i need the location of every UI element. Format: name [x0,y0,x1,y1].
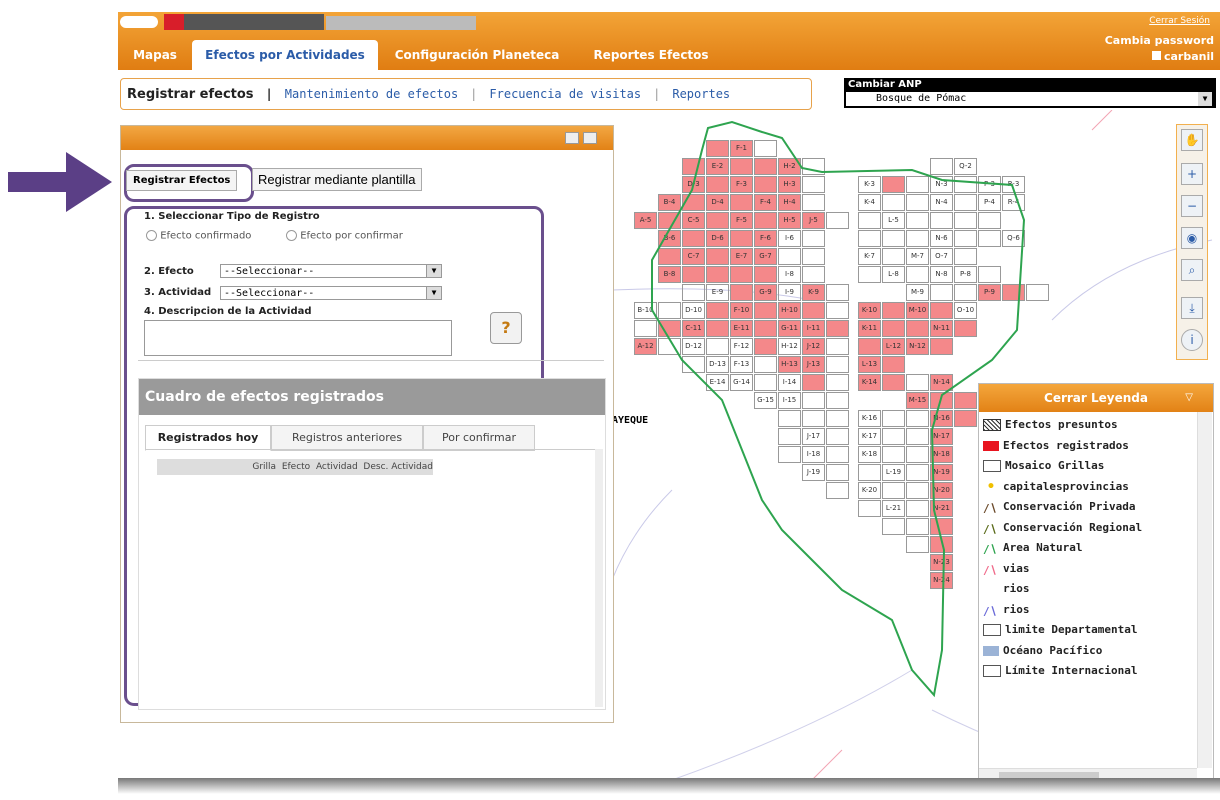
legend-item-label: rios [1003,582,1030,595]
legend-item: ∕∖ vias [983,561,1030,575]
table-header: Grilla Efecto Actividad Desc. Actividad [157,459,433,475]
radio-icon [286,230,297,241]
legend-item-label: Efectos presuntos [1005,418,1118,431]
cuadro-efectos: Cuadro de efectos registrados Registrado… [138,378,606,710]
logo [120,14,480,30]
zoom-box-icon[interactable]: ⌕ [1181,259,1203,281]
zoom-out-icon[interactable]: − [1181,195,1203,217]
subnav-mantenimiento[interactable]: Mantenimiento de efectos [279,87,464,101]
legend-item-label: vias [1003,561,1030,575]
descripcion-textarea[interactable] [144,320,452,356]
legend-item-label: Conservación Regional [1003,520,1143,534]
tab-registros-anteriores[interactable]: Registros anteriores [271,425,423,451]
divider [138,360,604,361]
chevron-down-icon: ▼ [426,265,441,277]
legend-item: Efectos presuntos [983,418,1183,431]
pointer-arrow [8,152,112,212]
tab-efectos-actividades[interactable]: Efectos por Actividades [192,40,378,70]
legend-item: ∕∖ Conservación Regional [983,520,1143,534]
tab-registrados-hoy[interactable]: Registrados hoy [145,425,271,451]
anp-label: Cambiar ANP [848,79,922,90]
panel-titlebar [121,126,613,150]
legend-item: Efectos registrados [983,439,1183,452]
anp-select[interactable]: Bosque de Pómac ▼ [846,92,1212,106]
subnav-frecuencia[interactable]: Frecuencia de visitas [483,87,647,101]
efecto-select[interactable]: --Seleccionar-- ▼ [220,264,442,278]
subnav-reportes[interactable]: Reportes [666,87,736,101]
legend-scrollbar-vertical[interactable] [1197,412,1212,768]
logout-link[interactable]: Cerrar Sesión [1149,16,1210,26]
legend-item-label: Límite Internacional [1005,664,1138,677]
subnav-registrar[interactable]: Registrar efectos [121,87,260,102]
legend-item-label: Efectos registrados [1003,438,1129,452]
tipo-registro-label: 1. Seleccionar Tipo de Registro [144,211,320,222]
download-icon[interactable]: ⤓ [1181,297,1203,319]
col-grilla: Grilla [252,462,277,472]
subnav: Registrar efectos | Mantenimiento de efe… [120,78,812,110]
bottom-shadow [118,778,1220,794]
legend-item: ∕∖ rios [983,602,1030,616]
legend-item: ∕∖ Conservación Privada [983,500,1136,513]
legend-header[interactable]: Cerrar Leyenda ▽ [979,384,1213,412]
tab-content-divider [145,449,599,450]
user-icon [1151,51,1161,60]
radio-icon [146,230,157,241]
tab-configuracion[interactable]: Configuración Planeteca [382,40,572,70]
place-label: AYEQUE [612,415,649,426]
anp-selector: Cambiar ANP Bosque de Pómac ▼ [844,78,1216,108]
actividad-label: 3. Actividad [144,287,212,298]
col-efecto: Efecto [281,462,311,472]
efecto-label: 2. Efecto [144,266,194,277]
scrollbar[interactable] [595,449,603,707]
map-pin-button[interactable]: ? [490,312,522,344]
legend-item: rios [983,582,1183,595]
tab-por-confirmar[interactable]: Por confirmar [423,425,535,451]
legend-item: limite Departamental [983,623,1183,636]
tab-reportes-efectos[interactable]: Reportes Efectos [576,40,726,70]
change-password-link[interactable]: Cambia password [1105,34,1214,47]
descripcion-label: 4. Descripcion de la Actividad [144,306,312,317]
zoom-in-icon[interactable]: + [1181,163,1203,185]
col-desc: Desc. Actividad [363,462,433,472]
legend-panel: Cerrar Leyenda ▽ Efectos presuntos Efecto… [978,383,1214,785]
pan-hand-icon[interactable]: ✋ [1181,129,1203,151]
chevron-down-icon: ▼ [1198,92,1212,106]
legend-item-label: Conservación Privada [1003,500,1136,513]
info-icon[interactable]: i [1181,329,1203,351]
globe-icon[interactable]: ◉ [1181,227,1203,249]
legend-item: Océano Pacífico [983,644,1183,657]
registrar-plantilla-button[interactable]: Registrar mediante plantilla [252,168,422,191]
chevron-down-icon: ▽ [1185,392,1193,403]
legend-item-label: Area Natural [1003,541,1083,554]
actividad-select[interactable]: --Seleccionar-- ▼ [220,286,442,300]
col-actividad: Actividad [315,462,358,472]
pin-icon: ? [501,318,511,337]
cuadro-title: Cuadro de efectos registrados [139,379,605,415]
user-label: carbanil [1151,50,1214,63]
maximize-icon[interactable] [583,132,597,144]
legend-item: • capitalesprovincias [986,479,1129,493]
tab-mapas[interactable]: Mapas [120,40,190,70]
legend-item-label: Océano Pacífico [1003,643,1103,657]
legend-item-label: capitalesprovincias [1003,479,1129,493]
legend-item: Límite Internacional [983,664,1183,677]
legend-item-label: limite Departamental [1005,623,1138,636]
minimize-icon[interactable] [565,132,579,144]
radio-por-confirmar[interactable]: Efecto por confirmar [286,230,403,242]
registrar-efectos-button[interactable]: Registrar Efectos [126,170,238,191]
map-toolbar: ✋ + − ◉ ⌕ ⤓ i [1176,124,1208,360]
legend-item: Mosaico Grillas [983,459,1183,472]
chevron-down-icon: ▼ [426,287,441,299]
legend-item-label: Mosaico Grillas [1005,459,1105,472]
legend-item-label: rios [1003,602,1030,616]
radio-confirmado[interactable]: Efecto confirmado [146,230,251,242]
legend-item: ∕∖ Area Natural [983,541,1083,554]
